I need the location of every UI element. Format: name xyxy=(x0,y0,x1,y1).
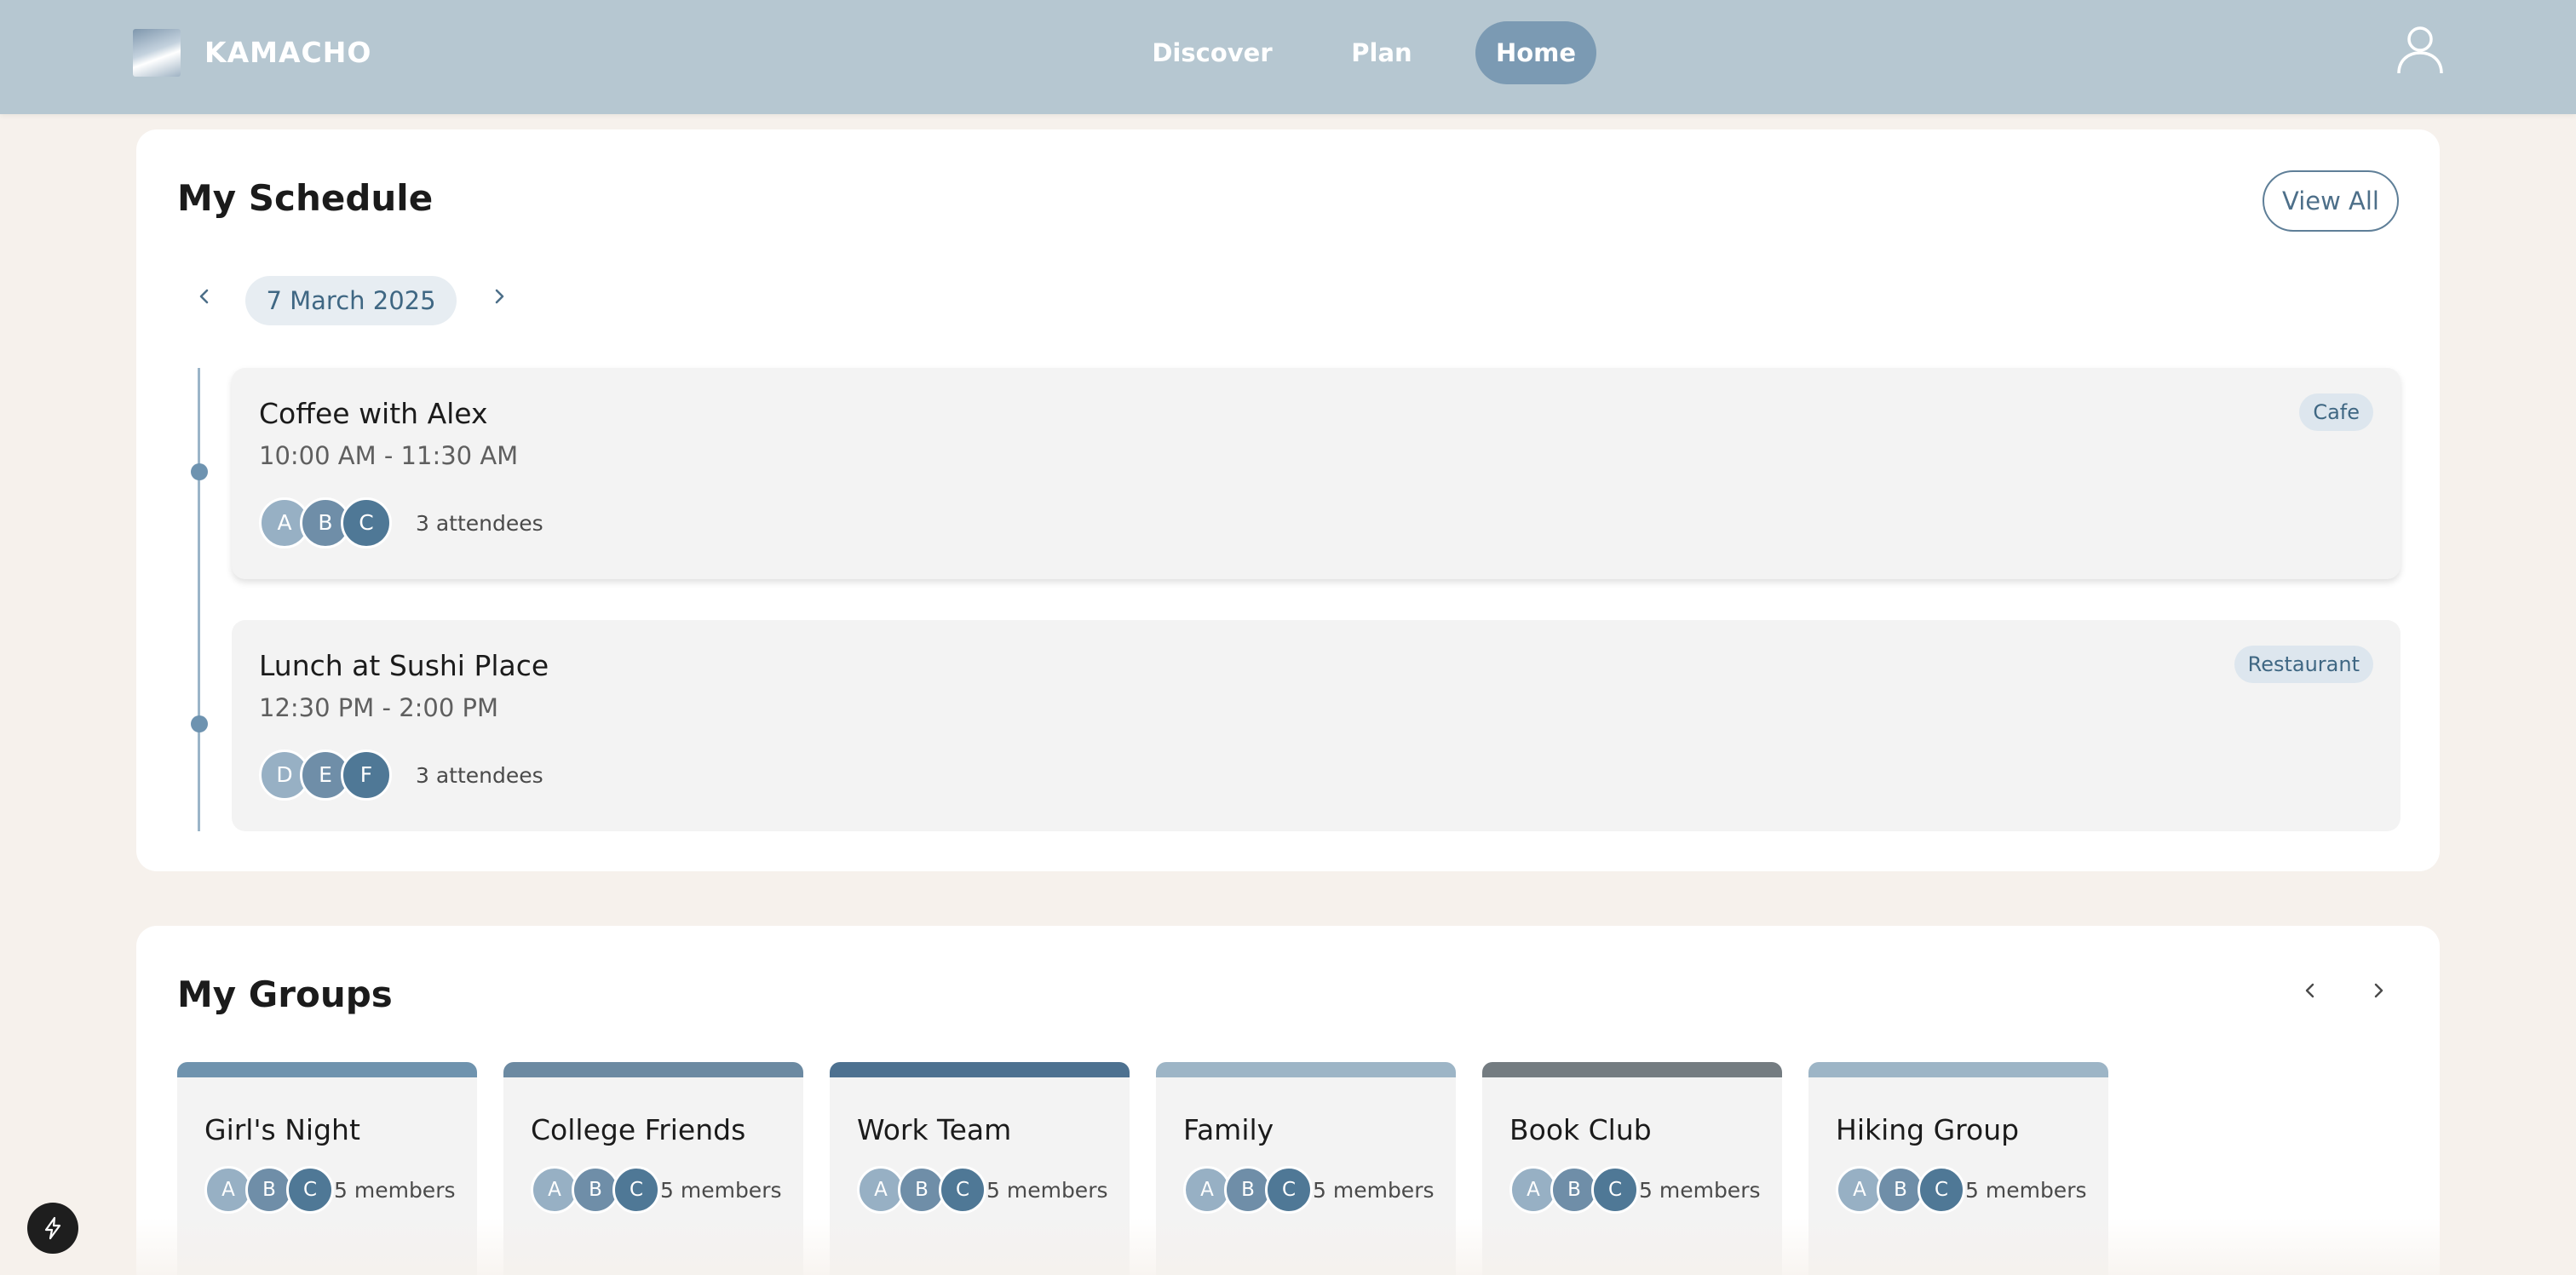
event-card[interactable]: Coffee with Alex 10:00 AM - 11:30 AM Caf… xyxy=(232,368,2401,579)
group-name: Family xyxy=(1183,1113,1274,1146)
group-color-bar xyxy=(830,1062,1130,1077)
group-members: A B C 5 members xyxy=(531,1166,782,1214)
nav-discover[interactable]: Discover xyxy=(1141,21,1283,84)
member-count: 5 members xyxy=(1313,1177,1435,1203)
group-name: Hiking Group xyxy=(1836,1113,2020,1146)
event-title: Coffee with Alex xyxy=(259,397,488,430)
member-count: 5 members xyxy=(1965,1177,2087,1203)
event-time: 10:00 AM - 11:30 AM xyxy=(259,441,519,470)
group-name: Girl's Night xyxy=(204,1113,360,1146)
group-color-bar xyxy=(1156,1062,1456,1077)
group-color-bar xyxy=(177,1062,477,1077)
nav-plan[interactable]: Plan xyxy=(1334,21,1429,84)
view-all-button[interactable]: View All xyxy=(2263,170,2399,232)
event-tag: Restaurant xyxy=(2234,646,2373,683)
group-card[interactable]: College Friends A B C 5 members xyxy=(503,1062,803,1275)
timeline-dot xyxy=(191,715,208,732)
event-time: 12:30 PM - 2:00 PM xyxy=(259,693,499,722)
attendee-avatars: A B C 3 attendees xyxy=(259,497,543,548)
member-count: 5 members xyxy=(1639,1177,1761,1203)
event-card[interactable]: Lunch at Sushi Place 12:30 PM - 2:00 PM … xyxy=(232,620,2401,831)
avatar: F xyxy=(341,749,392,801)
avatar: C xyxy=(939,1166,986,1214)
avatar: C xyxy=(1918,1166,1965,1214)
group-name: College Friends xyxy=(531,1113,746,1146)
group-card[interactable]: Work Team A B C 5 members xyxy=(830,1062,1130,1275)
groups-card: My Groups Girl's Night A B C 5 members C… xyxy=(136,926,2440,1275)
lightning-icon[interactable] xyxy=(27,1203,78,1254)
schedule-card: My Schedule View All 7 March 2025 Coffee… xyxy=(136,129,2440,871)
logo-image[interactable] xyxy=(133,29,181,77)
avatar: C xyxy=(341,497,392,548)
groups-title: My Groups xyxy=(177,973,393,1015)
group-name: Book Club xyxy=(1509,1113,1652,1146)
member-count: 5 members xyxy=(334,1177,456,1203)
chevron-left-icon[interactable] xyxy=(2293,973,2327,1008)
group-members: A B C 5 members xyxy=(857,1166,1108,1214)
avatar: C xyxy=(612,1166,660,1214)
timeline-line xyxy=(198,368,200,831)
user-icon[interactable] xyxy=(2392,20,2448,77)
brand-name[interactable]: KAMACHO xyxy=(204,32,371,73)
avatar: C xyxy=(286,1166,334,1214)
chevron-left-icon[interactable] xyxy=(187,279,221,313)
group-name: Work Team xyxy=(857,1113,1012,1146)
attendee-avatars: D E F 3 attendees xyxy=(259,749,543,801)
attendee-count: 3 attendees xyxy=(416,510,543,536)
group-card[interactable]: Hiking Group A B C 5 members xyxy=(1808,1062,2108,1275)
group-members: A B C 5 members xyxy=(1509,1166,1761,1214)
group-members: A B C 5 members xyxy=(1183,1166,1435,1214)
member-count: 5 members xyxy=(660,1177,782,1203)
group-members: A B C 5 members xyxy=(204,1166,456,1214)
timeline-dot xyxy=(191,463,208,480)
nav-home[interactable]: Home xyxy=(1475,21,1596,84)
date-display[interactable]: 7 March 2025 xyxy=(245,276,457,325)
group-card[interactable]: Girl's Night A B C 5 members xyxy=(177,1062,477,1275)
attendee-count: 3 attendees xyxy=(416,762,543,788)
chevron-right-icon[interactable] xyxy=(2361,973,2395,1008)
group-color-bar xyxy=(503,1062,803,1077)
chevron-right-icon[interactable] xyxy=(482,279,516,313)
member-count: 5 members xyxy=(986,1177,1108,1203)
group-color-bar xyxy=(1482,1062,1782,1077)
avatar: C xyxy=(1265,1166,1313,1214)
avatar: C xyxy=(1591,1166,1639,1214)
group-members: A B C 5 members xyxy=(1836,1166,2087,1214)
event-title: Lunch at Sushi Place xyxy=(259,649,549,682)
schedule-title: My Schedule xyxy=(177,177,434,219)
event-tag: Cafe xyxy=(2299,393,2373,431)
group-color-bar xyxy=(1808,1062,2108,1077)
group-card[interactable]: Book Club A B C 5 members xyxy=(1482,1062,1782,1275)
top-navigation-bar: KAMACHO Discover Plan Home xyxy=(0,0,2576,114)
group-card[interactable]: Family A B C 5 members xyxy=(1156,1062,1456,1275)
